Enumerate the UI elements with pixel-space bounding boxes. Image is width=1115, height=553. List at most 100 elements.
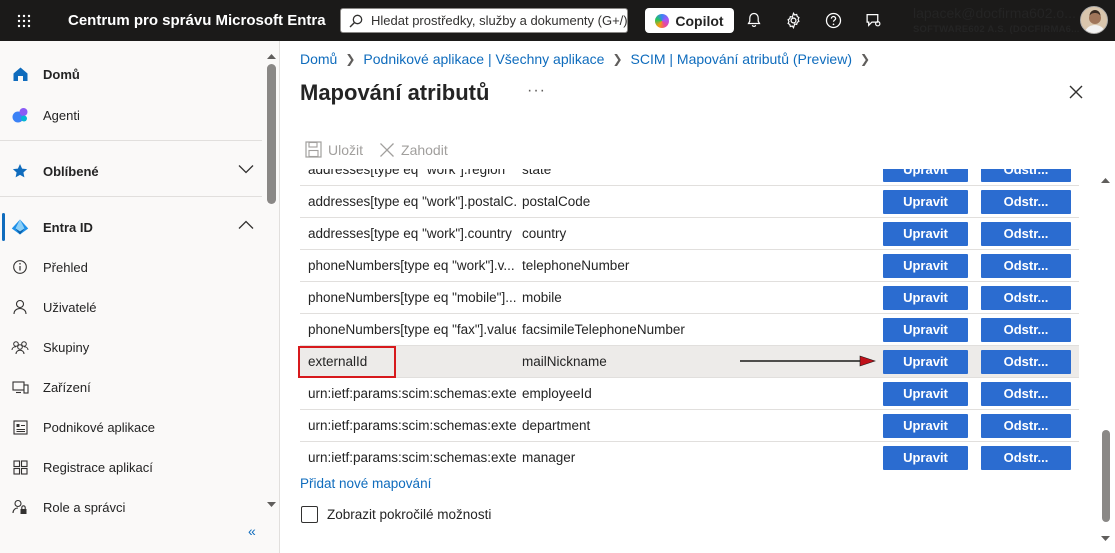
main-scroll-thumb[interactable] <box>1102 430 1110 522</box>
app-registration-icon <box>11 458 29 476</box>
add-new-mapping-link[interactable]: Přidat nové mapování <box>300 476 431 491</box>
delete-mapping-button[interactable]: Odstr... <box>981 285 1071 310</box>
breadcrumb-enterprise-apps[interactable]: Podnikové aplikace | Všechny aplikace <box>363 51 604 67</box>
edit-mapping-button[interactable]: Upravit <box>883 285 968 310</box>
chevron-up-icon <box>238 220 254 229</box>
delete-mapping-button[interactable]: Odstr... <box>981 169 1071 182</box>
checkbox[interactable] <box>301 506 318 523</box>
info-icon <box>11 258 29 276</box>
sidebar-item-label: Podnikové aplikace <box>43 419 156 435</box>
close-icon[interactable] <box>1068 84 1086 102</box>
source-attribute: urn:ietf:params:scim:schemas:exte... <box>308 386 516 401</box>
copilot-icon <box>655 13 670 28</box>
table-row[interactable]: phoneNumbers[type eq "fax"].value facsim… <box>300 314 1079 346</box>
table-row[interactable]: phoneNumbers[type eq "work"].v... teleph… <box>300 250 1079 282</box>
target-attribute: country <box>522 226 567 241</box>
sidebar-item-label: Skupiny <box>43 339 90 355</box>
device-icon <box>11 378 29 396</box>
agents-icon <box>11 106 29 124</box>
sidebar-item-users[interactable]: Uživatelé <box>0 287 262 327</box>
target-attribute: mobile <box>522 290 562 305</box>
sidebar-item-label: Domů <box>43 66 80 82</box>
delete-mapping-button[interactable]: Odstr... <box>981 349 1071 374</box>
table-row[interactable]: phoneNumbers[type eq "mobile"]... mobile… <box>300 282 1079 314</box>
delete-mapping-button[interactable]: Odstr... <box>981 221 1071 246</box>
user-email: lapacek@docfirma602.o... <box>913 5 1076 21</box>
edit-mapping-button[interactable]: Upravit <box>883 253 968 278</box>
sidebar-item-entra-id[interactable]: Entra ID <box>0 207 262 247</box>
app-title[interactable]: Centrum pro správu Microsoft Entra <box>68 12 330 29</box>
table-row[interactable]: addresses[type eq "work"].region state U… <box>300 169 1079 186</box>
delete-mapping-button[interactable]: Odstr... <box>981 381 1071 406</box>
table-row[interactable]: addresses[type eq "work"].postalC... pos… <box>300 186 1079 218</box>
edit-mapping-button[interactable]: Upravit <box>883 349 968 374</box>
sidebar-item-label: Přehled <box>43 259 88 275</box>
sidebar-item-favorites[interactable]: Oblíbené <box>0 151 262 191</box>
delete-mapping-button[interactable]: Odstr... <box>981 253 1071 278</box>
edit-mapping-button[interactable]: Upravit <box>883 413 968 438</box>
scroll-up-icon[interactable] <box>1100 177 1111 184</box>
target-attribute: department <box>522 418 591 433</box>
roles-icon <box>11 498 29 516</box>
edit-mapping-button[interactable]: Upravit <box>883 445 968 470</box>
sidebar-item-groups[interactable]: Skupiny <box>0 327 262 367</box>
table-row[interactable]: urn:ietf:params:scim:schemas:exte... man… <box>300 442 1079 473</box>
account-manager[interactable]: lapacek@docfirma602.o... SOFTWARE602 A.S… <box>913 5 1080 35</box>
help-icon[interactable] <box>822 9 844 31</box>
discard-button[interactable]: Zahodit <box>379 142 448 158</box>
save-button[interactable]: Uložit <box>305 141 363 158</box>
discard-label: Zahodit <box>401 141 448 158</box>
scroll-down-icon[interactable] <box>1100 535 1111 542</box>
table-row[interactable]: addresses[type eq "work"].country countr… <box>300 218 1079 250</box>
table-row[interactable]: urn:ietf:params:scim:schemas:exte... dep… <box>300 410 1079 442</box>
delete-mapping-button[interactable]: Odstr... <box>981 317 1071 342</box>
target-attribute: state <box>522 169 552 177</box>
delete-mapping-button[interactable]: Odstr... <box>981 445 1071 470</box>
table-row-highlighted[interactable]: externalId mailNickname Upravit Odstr... <box>300 346 1079 378</box>
chevron-down-icon <box>238 165 254 174</box>
edit-mapping-button[interactable]: Upravit <box>883 169 968 182</box>
star-icon <box>11 162 29 180</box>
chevron-right-icon: ❯ <box>860 52 871 66</box>
sidebar-item-label: Registrace aplikací <box>43 459 153 475</box>
breadcrumb-scim[interactable]: SCIM | Mapování atributů (Preview) <box>631 51 853 67</box>
sidebar-item-agents[interactable]: Agenti <box>0 95 262 135</box>
waffle-icon[interactable] <box>0 0 48 41</box>
sidebar-item-roles[interactable]: Role a správci <box>0 487 262 527</box>
show-advanced-options-checkbox[interactable]: Zobrazit pokročilé možnosti <box>301 506 491 523</box>
sidebar-divider <box>0 140 262 141</box>
source-attribute: urn:ietf:params:scim:schemas:exte... <box>308 418 516 433</box>
sidebar-item-enterprise-apps[interactable]: Podnikové aplikace <box>0 407 262 447</box>
home-icon <box>11 65 29 83</box>
sidebar-item-overview[interactable]: Přehled <box>0 247 262 287</box>
avatar[interactable] <box>1080 6 1108 34</box>
user-organization: SOFTWARE602 A.S. (DOCFIRMA6... <box>913 23 1080 35</box>
collapse-sidebar-button[interactable]: « <box>248 523 256 539</box>
sidebar-scroll-thumb[interactable] <box>267 64 276 204</box>
edit-mapping-button[interactable]: Upravit <box>883 317 968 342</box>
source-attribute: addresses[type eq "work"].country <box>308 226 512 241</box>
arrow-annotation <box>740 355 876 367</box>
edit-mapping-button[interactable]: Upravit <box>883 189 968 214</box>
global-search-input[interactable]: Hledat prostředky, služby a dokumenty (G… <box>340 8 628 33</box>
entra-id-icon <box>11 218 29 236</box>
delete-mapping-button[interactable]: Odstr... <box>981 413 1071 438</box>
bell-icon[interactable] <box>743 9 765 31</box>
sidebar-item-devices[interactable]: Zařízení <box>0 367 262 407</box>
delete-mapping-button[interactable]: Odstr... <box>981 189 1071 214</box>
sidebar-item-home[interactable]: Domů <box>0 54 262 94</box>
chevron-right-icon: ❯ <box>612 52 623 66</box>
copilot-button[interactable]: Copilot <box>645 8 734 33</box>
source-attribute: addresses[type eq "work"].region <box>308 169 506 177</box>
target-attribute: postalCode <box>522 194 591 209</box>
table-row[interactable]: urn:ietf:params:scim:schemas:exte... emp… <box>300 378 1079 410</box>
edit-mapping-button[interactable]: Upravit <box>883 381 968 406</box>
sidebar-item-app-registrations[interactable]: Registrace aplikací <box>0 447 262 487</box>
user-icon <box>11 298 29 316</box>
feedback-icon[interactable] <box>862 9 884 31</box>
breadcrumb-home[interactable]: Domů <box>300 51 337 67</box>
gear-icon[interactable] <box>782 9 804 31</box>
edit-mapping-button[interactable]: Upravit <box>883 221 968 246</box>
target-attribute: manager <box>522 450 576 465</box>
more-options-button[interactable]: ··· <box>527 82 546 100</box>
